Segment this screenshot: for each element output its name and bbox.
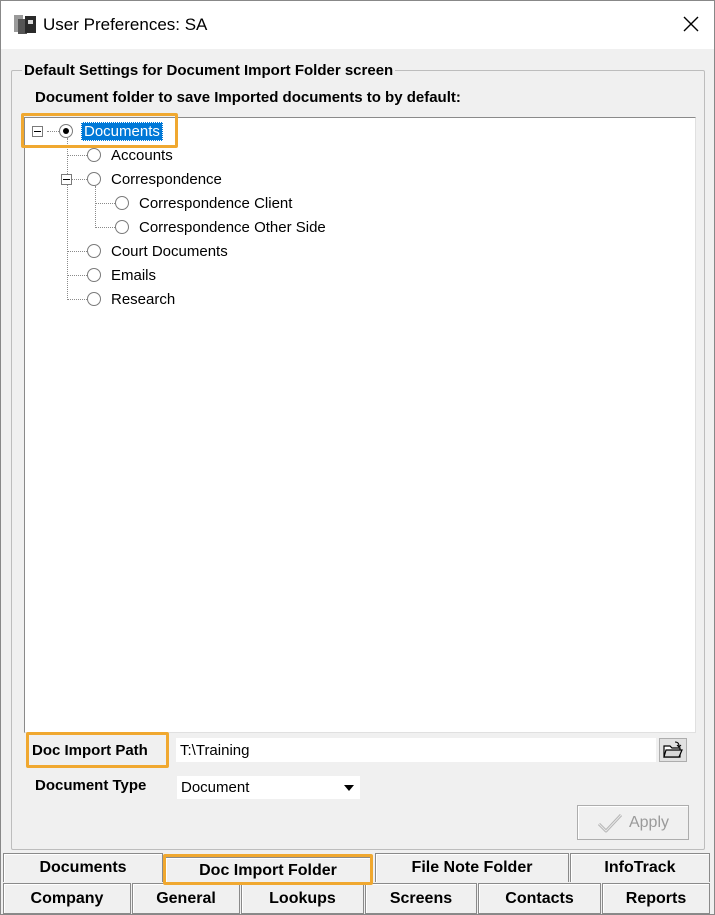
tree-node-label: Emails: [111, 266, 157, 284]
tab-label: File Note Folder: [411, 859, 533, 876]
tab-infotrack[interactable]: InfoTrack: [570, 853, 710, 882]
browse-folder-button[interactable]: [659, 738, 687, 762]
radio-icon[interactable]: [87, 268, 101, 282]
open-folder-icon: [663, 741, 683, 758]
tab-label: Company: [30, 889, 104, 907]
tree-connector: [67, 251, 87, 252]
collapse-icon[interactable]: [32, 126, 43, 137]
checkmark-icon: [597, 813, 623, 832]
tab-general[interactable]: General: [132, 883, 240, 914]
tab-label: Screens: [389, 889, 453, 907]
apply-button[interactable]: Apply: [577, 805, 689, 840]
tree-node-label: Correspondence: [111, 170, 222, 188]
tree-connector: [95, 227, 115, 228]
tab-label: Doc Import Folder: [199, 862, 337, 879]
tree-node-label: Court Documents: [111, 242, 228, 260]
tab-label: Reports: [625, 889, 687, 907]
tree-node-label: Documents: [81, 121, 163, 141]
title-bar: User Preferences: SA: [1, 1, 714, 49]
tab-reports[interactable]: Reports: [602, 883, 710, 914]
radio-icon[interactable]: [87, 292, 101, 306]
tab-contacts[interactable]: Contacts: [478, 883, 601, 914]
tree-connector: [67, 275, 87, 276]
tree-node-label: Correspondence Other Side: [139, 218, 326, 236]
tab-label: Contacts: [505, 889, 574, 907]
tab-lookups[interactable]: Lookups: [241, 883, 364, 914]
document-type-label: Document Type: [35, 777, 147, 794]
tab-file-note-folder[interactable]: File Note Folder: [375, 853, 569, 882]
tree-connector: [67, 299, 87, 300]
folder-tree[interactable]: Documents Accounts Correspondence Corres…: [24, 117, 696, 733]
tree-connector: [67, 155, 87, 156]
tab-doc-import-folder[interactable]: Doc Import Folder: [165, 857, 371, 884]
tree-node-correspondence-other-side[interactable]: Correspondence Other Side: [115, 217, 326, 237]
tree-node-documents[interactable]: Documents: [59, 121, 163, 141]
radio-selected-icon[interactable]: [59, 124, 73, 138]
app-logo-icon: [14, 15, 36, 34]
radio-icon[interactable]: [87, 244, 101, 258]
radio-icon[interactable]: [115, 220, 129, 234]
tree-node-correspondence-client[interactable]: Correspondence Client: [115, 193, 292, 213]
tree-node-label: Correspondence Client: [139, 194, 293, 212]
apply-label: Apply: [628, 813, 670, 831]
tab-screens[interactable]: Screens: [365, 883, 477, 914]
tree-label: Document folder to save Imported documen…: [35, 89, 461, 106]
doc-import-path-input[interactable]: [176, 738, 656, 762]
preferences-window: User Preferences: SA Default Settings fo…: [0, 0, 715, 915]
window-title: User Preferences: SA: [43, 15, 208, 34]
tab-label: General: [156, 889, 216, 907]
radio-icon[interactable]: [87, 148, 101, 162]
dropdown-arrow-icon: [344, 785, 354, 791]
tree-node-label: Research: [111, 290, 176, 308]
tree-connector: [95, 186, 96, 228]
tree-node-correspondence[interactable]: Correspondence: [87, 169, 222, 189]
radio-icon[interactable]: [115, 196, 129, 210]
document-type-select[interactable]: Document: [177, 776, 360, 799]
radio-icon[interactable]: [87, 172, 101, 186]
tree-node-court-documents[interactable]: Court Documents: [87, 241, 228, 261]
tree-connector: [95, 203, 115, 204]
doc-import-path-label: Doc Import Path: [32, 742, 148, 759]
tab-label: Documents: [39, 859, 127, 876]
tree-connector: [72, 179, 87, 180]
collapse-icon[interactable]: [61, 174, 72, 185]
document-type-value: Document: [181, 779, 250, 796]
close-icon: [683, 16, 699, 32]
tree-node-research[interactable]: Research: [87, 289, 175, 309]
tab-label: InfoTrack: [604, 859, 676, 876]
close-button[interactable]: [668, 1, 714, 47]
tree-node-label: Accounts: [111, 146, 173, 164]
tree-node-accounts[interactable]: Accounts: [87, 145, 173, 165]
tab-company[interactable]: Company: [3, 883, 131, 914]
tree-node-emails[interactable]: Emails: [87, 265, 156, 285]
group-title: Default Settings for Document Import Fol…: [22, 62, 396, 79]
tab-documents[interactable]: Documents: [3, 853, 163, 882]
tab-label: Lookups: [269, 889, 336, 907]
